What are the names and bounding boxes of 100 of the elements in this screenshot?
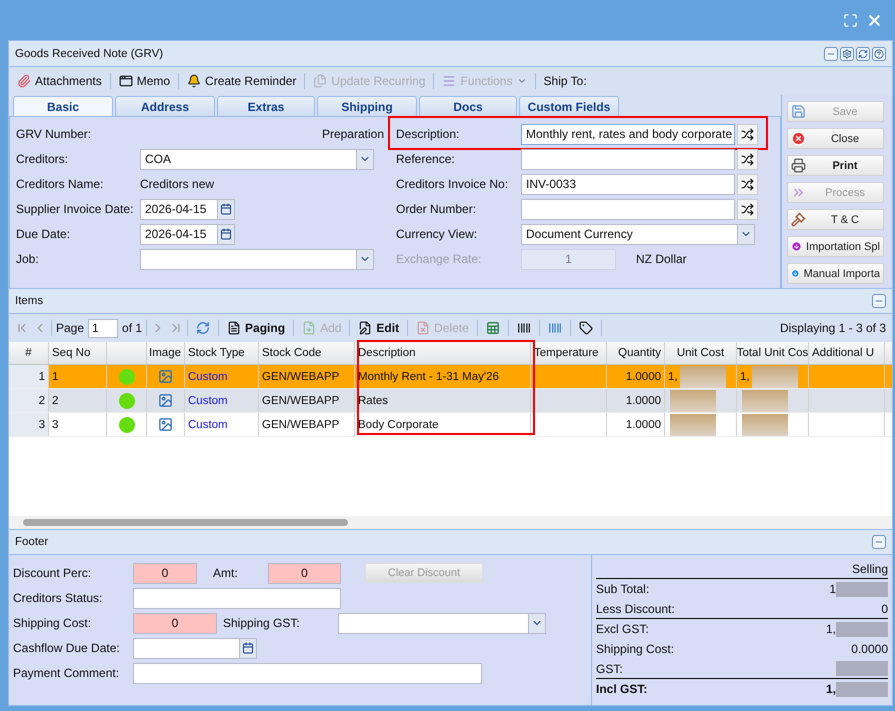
shipping-cost-field[interactable]: 0	[133, 612, 217, 634]
tab[interactable]: Address	[115, 96, 215, 116]
stock-type-link[interactable]: Custom	[185, 413, 259, 436]
column-header[interactable]: Stock Code	[259, 342, 355, 364]
shuffle-button[interactable]	[737, 174, 758, 194]
column-header[interactable]: Image	[147, 342, 185, 364]
combo-field[interactable]	[338, 612, 546, 634]
image-icon[interactable]	[158, 417, 173, 432]
combo-field[interactable]: COA	[140, 148, 374, 170]
calendar-button[interactable]	[217, 224, 234, 244]
dropdown-button[interactable]	[356, 250, 373, 268]
table-row[interactable]: 2 2 Custom GEN/WEBAPP Rates 1.0000	[9, 389, 892, 413]
discount-field[interactable]: 0	[133, 562, 197, 584]
column-header[interactable]: Additional U	[809, 342, 885, 364]
table-cell: 1,	[668, 370, 678, 382]
text-field[interactable]: Monthly rent, rates and body corporate	[521, 124, 735, 144]
gavel-icon	[791, 212, 806, 227]
combo-field[interactable]: Document Currency	[521, 224, 755, 244]
collapse-button[interactable]	[872, 535, 886, 549]
close-icon	[791, 131, 806, 146]
edit-document-icon	[358, 321, 372, 335]
stock-type-link[interactable]: Custom	[185, 389, 259, 412]
column-header[interactable]: Stock Type	[185, 342, 259, 364]
column-header[interactable]: #	[9, 342, 49, 364]
table-cell: 1,	[740, 370, 750, 382]
action-button[interactable]: T & C	[787, 209, 884, 230]
tab[interactable]: Shipping	[317, 96, 417, 116]
table-cell: 1.0000	[607, 413, 665, 436]
column-header[interactable]: Seq No	[49, 342, 107, 364]
table-cell: GEN/WEBAPP	[259, 413, 355, 436]
redaction-mask	[670, 390, 716, 412]
stock-type-link[interactable]: Custom	[185, 365, 259, 388]
help-button[interactable]	[872, 46, 886, 60]
text-field[interactable]	[521, 198, 735, 220]
field-label: Payment Comment:	[13, 666, 120, 680]
calendar-button[interactable]	[239, 638, 256, 658]
table-cell: 2	[49, 389, 107, 412]
horizontal-scrollbar[interactable]	[9, 516, 892, 529]
tab[interactable]: Docs	[419, 96, 517, 116]
page-field[interactable]: 1	[88, 318, 118, 338]
shuffle-icon	[741, 128, 754, 140]
field-label: GRV Number:	[16, 127, 92, 141]
image-icon[interactable]	[158, 393, 173, 408]
dropdown-button[interactable]	[528, 614, 545, 632]
tab[interactable]: Basic	[13, 96, 113, 116]
edit-button[interactable]: Edit	[354, 319, 404, 337]
paging-button[interactable]: Paging	[223, 319, 290, 337]
column-header[interactable]: Temperature	[531, 342, 607, 364]
toolbar-button[interactable]: Memo	[114, 72, 174, 90]
table-row[interactable]: 1 1 Custom GEN/WEBAPP Monthly Rent - 1-31 May'26 1.0000 1, 1,	[9, 365, 892, 389]
calendar-button[interactable]	[217, 200, 234, 218]
collapse-button[interactable]	[872, 294, 886, 308]
field-label: Currency View:	[396, 227, 478, 241]
table-row[interactable]: 3 3 Custom GEN/WEBAPP Body Corporate 1.0000	[9, 413, 892, 437]
text-field[interactable]: INV-0033	[521, 174, 735, 194]
maximize-icon[interactable]	[843, 12, 858, 28]
tab[interactable]: Extras	[217, 96, 315, 116]
column-header[interactable]: Total Unit Cos	[737, 342, 809, 364]
action-button[interactable]: Manual Importa	[787, 263, 884, 284]
gear-icon	[842, 48, 852, 58]
date-field[interactable]	[133, 638, 257, 658]
refresh-icon	[858, 48, 868, 58]
amount-field[interactable]: 0	[268, 562, 341, 584]
shuffle-button[interactable]	[737, 198, 758, 220]
shuffle-button[interactable]	[737, 148, 758, 170]
summary-label: Excl GST:	[596, 622, 649, 636]
field-label: Job:	[16, 252, 40, 266]
redaction-mask	[742, 390, 788, 412]
refresh-button[interactable]	[856, 46, 870, 60]
collapse-button[interactable]	[824, 46, 838, 60]
column-header[interactable]: Description	[355, 342, 531, 364]
action-button[interactable]: Importation Spl	[787, 236, 884, 257]
paperclip-icon	[17, 74, 31, 88]
dropdown-button[interactable]	[737, 224, 754, 244]
calendar-icon	[242, 642, 254, 654]
field-label: Shipping GST:	[223, 616, 301, 630]
image-icon[interactable]	[158, 369, 173, 384]
settings-button[interactable]	[840, 46, 854, 60]
date-field[interactable]: 2026-04-15	[140, 198, 235, 220]
shuffle-button[interactable]	[737, 124, 758, 144]
action-button[interactable]: Print	[787, 155, 884, 176]
tab[interactable]: Custom Fields	[519, 96, 619, 116]
field-label: Creditors Status:	[13, 591, 104, 605]
text-field[interactable]	[133, 588, 341, 608]
action-button[interactable]: Close	[787, 128, 884, 149]
redaction-mask	[680, 366, 726, 388]
column-header[interactable]: Quantity	[607, 342, 665, 364]
dropdown-button[interactable]	[356, 150, 373, 168]
text-field[interactable]	[133, 662, 482, 684]
summary-label: Sub Total:	[596, 582, 650, 596]
toolbar-button[interactable]: Create Reminder	[183, 72, 300, 90]
shuffle-icon	[741, 152, 754, 166]
toolbar-button[interactable]: Attachments	[13, 72, 106, 90]
combo-field[interactable]	[140, 248, 374, 270]
column-header[interactable]: Unit Cost	[665, 342, 737, 364]
menu-icon	[442, 74, 456, 88]
field-value: Creditors new	[140, 177, 216, 191]
date-field[interactable]: 2026-04-15	[140, 224, 235, 244]
text-field[interactable]	[521, 148, 735, 170]
table-cell: Rates	[355, 389, 531, 412]
